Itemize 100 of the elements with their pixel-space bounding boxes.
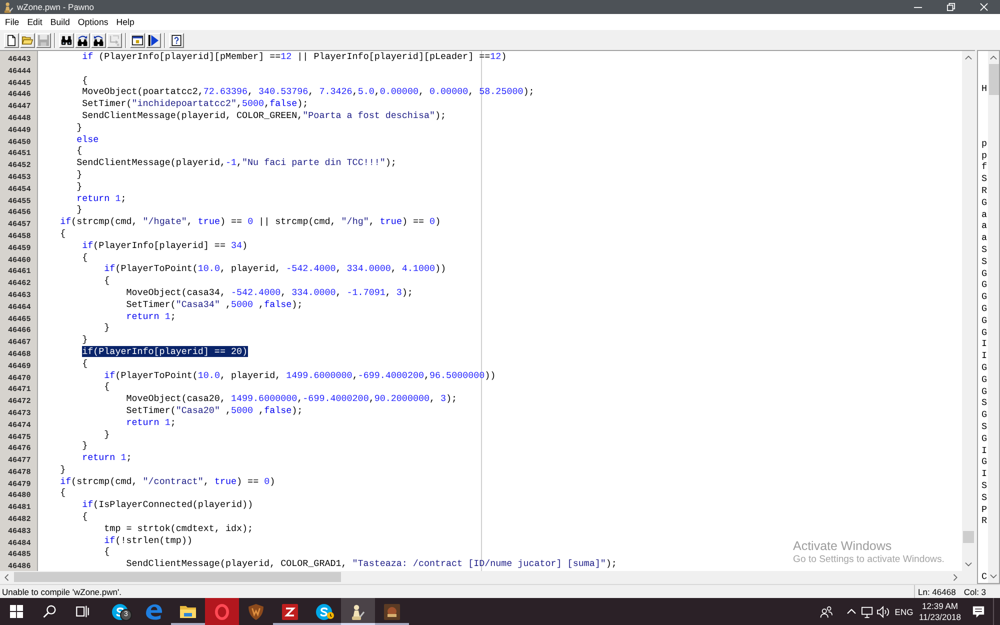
list-item[interactable]: R xyxy=(982,184,988,197)
help-icon xyxy=(171,34,182,46)
code-line: } xyxy=(82,440,88,452)
menu-item[interactable]: Edit xyxy=(23,16,46,28)
list-item[interactable]: C xyxy=(982,571,988,583)
list-item[interactable]: G xyxy=(982,432,988,445)
menu-item[interactable]: Options xyxy=(74,16,112,28)
list-item[interactable]: I xyxy=(982,468,988,480)
shield-icon xyxy=(248,604,264,620)
scrollbar[interactable] xyxy=(988,51,999,583)
start-icon xyxy=(10,605,23,618)
chevron-down-icon[interactable] xyxy=(990,574,997,579)
activation-hint: Go to Settings to activate Windows. xyxy=(793,554,944,566)
code-line: if(IsPlayerConnected(playerid)) xyxy=(82,499,254,510)
list-item[interactable]: G xyxy=(982,409,988,421)
scrollbar-thumb[interactable] xyxy=(14,572,341,582)
binoculars-arrow-icon xyxy=(93,34,104,46)
list-item[interactable]: a xyxy=(982,208,988,220)
code-line: if(PlayerToPoint(10.0, playerid, 1499.6000000,-699.4000200,96.5000000)) xyxy=(104,370,496,381)
list-item[interactable]: S xyxy=(982,256,988,268)
code-line: if (PlayerInfo[playerid][pMember] ==12 || PlayerInfo[playerid][pLeader] ==12) xyxy=(82,51,507,62)
replace-button[interactable] xyxy=(91,32,106,48)
list-item[interactable]: G xyxy=(982,302,988,315)
list-item[interactable]: G xyxy=(982,362,988,374)
code-line: MoveObject(poartatcc2,72.63396, 340.53796, 7.3426,5.0,0.00000, 0.00000, 58.25000); xyxy=(82,86,534,98)
ring-icon xyxy=(214,604,230,620)
code-line: } xyxy=(76,122,82,133)
list-item[interactable]: G xyxy=(982,456,988,468)
code-line: { xyxy=(82,511,88,522)
list-item[interactable]: S xyxy=(982,173,988,185)
list-item[interactable]: p xyxy=(982,150,988,162)
list-item[interactable]: P xyxy=(982,504,988,516)
chevron-up-icon xyxy=(846,609,856,614)
chevron-up-icon[interactable] xyxy=(990,55,997,60)
list-item[interactable]: S xyxy=(982,480,988,492)
list-item[interactable]: R xyxy=(982,515,988,528)
list-item[interactable]: G xyxy=(982,386,988,398)
network-monitor-icon xyxy=(860,606,874,618)
list-item[interactable]: I xyxy=(982,338,988,350)
list-item[interactable]: a xyxy=(982,232,988,244)
chevron-left-icon[interactable] xyxy=(4,574,9,580)
code-line: { xyxy=(104,381,110,392)
help-button[interactable] xyxy=(169,32,184,48)
code-line: if(strcmp(cmd, "/contract", true) == 0) xyxy=(60,476,276,487)
clock[interactable]: 12:39 AM 11/23/2018 xyxy=(917,598,963,625)
find-next-button[interactable] xyxy=(75,32,90,48)
scrollbar-thumb[interactable] xyxy=(988,64,998,95)
list-item[interactable]: G xyxy=(982,314,988,327)
language-indicator[interactable]: ENG xyxy=(891,598,917,625)
list-item[interactable]: S xyxy=(982,397,988,410)
list-item[interactable]: G xyxy=(982,326,988,338)
list-item[interactable]: I xyxy=(982,350,988,362)
list-item[interactable]: S xyxy=(982,244,988,256)
list-item[interactable]: G xyxy=(982,374,988,386)
pawn-icon xyxy=(4,2,13,12)
binoculars-arrow-icon xyxy=(77,34,88,46)
code-line: { xyxy=(82,74,88,86)
code-line: return 1; xyxy=(126,416,176,428)
list-item[interactable]: G xyxy=(982,268,988,280)
scrollbar-thumb[interactable] xyxy=(963,531,974,543)
menu-item[interactable]: Build xyxy=(46,16,74,28)
list-item[interactable]: a xyxy=(982,220,988,232)
menu-item[interactable]: Help xyxy=(112,16,138,28)
list-item[interactable]: H xyxy=(982,83,988,95)
code-line: } xyxy=(76,180,82,192)
open-button[interactable] xyxy=(20,32,35,48)
code-line: { xyxy=(82,358,88,369)
code-line: tmp = strtok(cmdtext, idx); xyxy=(104,522,254,534)
window-button[interactable] xyxy=(130,32,145,48)
list-item[interactable]: f xyxy=(982,161,988,174)
list-item[interactable]: p xyxy=(982,138,988,150)
list-item[interactable]: S xyxy=(982,492,988,504)
list-item[interactable]: G xyxy=(982,291,988,303)
code-line: } xyxy=(60,464,66,475)
window-icon xyxy=(132,34,143,46)
menu-item[interactable]: File xyxy=(1,16,24,28)
chevron-right-icon[interactable] xyxy=(953,574,958,580)
run-button[interactable] xyxy=(146,32,161,48)
list-item[interactable]: S xyxy=(982,420,988,433)
binoculars-icon xyxy=(61,34,72,46)
list-item[interactable]: G xyxy=(982,279,988,292)
code-line: } xyxy=(104,322,110,334)
list-item[interactable]: I xyxy=(982,444,988,456)
find-button[interactable] xyxy=(59,32,74,48)
speech-bubble-icon xyxy=(972,606,984,618)
code-line: { xyxy=(76,145,82,156)
minimize-icon xyxy=(914,6,922,8)
code-line: SendClientMessage(playerid, COLOR_GRAD1, "Tasteaza: /contract [ID/nume jucator] [suma]"); xyxy=(126,558,617,570)
chevron-down-icon[interactable] xyxy=(965,562,972,567)
code-line: MoveObject(casa34, -542.4000, 334.0000, -1.7091, 3); xyxy=(126,286,413,298)
close-icon xyxy=(980,3,988,11)
code-line: } xyxy=(76,204,82,216)
chevron-up-icon[interactable] xyxy=(965,55,972,60)
line-position: Ln: 46468 xyxy=(918,586,956,596)
code-line: SetTimer("Casa34" ,5000 ,false); xyxy=(126,298,303,310)
list-item[interactable]: G xyxy=(982,196,988,209)
new-file-button[interactable] xyxy=(4,32,19,48)
code-line: MoveObject(casa20, 1499.6000000,-699.4000200,90.2000000, 3); xyxy=(126,393,458,404)
taskbar-button[interactable] xyxy=(341,598,375,625)
code-line: return 1; xyxy=(126,310,176,322)
